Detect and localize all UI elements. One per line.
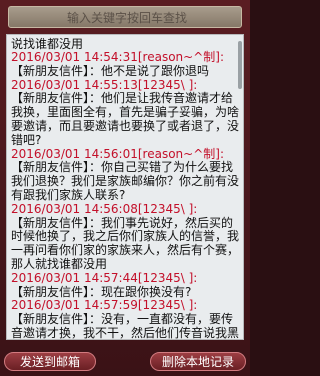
message-text: 【新朋友信件】：你自己买错了为什么要找我们退换？我们是家族邮编你？你之前有没有跟…: [11, 160, 240, 202]
chat-history-panel: 说找谁都没用 2016/03/01 14:54:31[reason~^制]: 【…: [0, 0, 250, 376]
search-bar: [8, 6, 245, 29]
message-timestamp: 2016/03/01 14:56:08[12345\ ]:: [11, 201, 198, 216]
message-text: 【新朋友信件】：他们是让我传音邀请才给我换，里面图全有，首先是骗子妥骗，为啥要邀…: [11, 91, 240, 147]
message-text: 【新朋友信件】：现在跟你换没有?: [11, 284, 192, 299]
message-item: 2016/03/01 14:56:01[reason~^制]: 【新朋友信件】：…: [11, 147, 240, 203]
message-list[interactable]: 说找谁都没用 2016/03/01 14:54:31[reason~^制]: 【…: [6, 34, 244, 340]
message-timestamp: 2016/03/01 14:54:31[reason~^制]:: [11, 50, 224, 64]
message-timestamp: 2016/03/01 14:57:44[12345\ ]:: [11, 270, 198, 285]
delete-local-records-button[interactable]: 删除本地记录: [150, 352, 246, 371]
message-item: 2016/03/01 14:56:08[12345\ ]: 【新朋友信件】：我们…: [11, 201, 240, 272]
message-item: 2016/03/01 14:54:31[reason~^制]: 【新朋友信件】：…: [11, 50, 239, 79]
message-text: 【新朋友信件】：我们事先说好，然后买的时候他换了，我之后你们家族人的信誉，我一再…: [11, 215, 240, 271]
message-text: 【新朋友信件】：没有，一直都没有，要传音邀请才换，我不干，然后他们传音说我黑他们…: [11, 312, 240, 339]
message-text: 说找谁都没用: [11, 37, 84, 51]
search-input[interactable]: [9, 7, 245, 29]
message-item: 2016/03/01 14:57:59[12345\ ]: 【新朋友信件】：没有…: [11, 299, 239, 339]
scrollbar[interactable]: [238, 41, 242, 89]
message-text: 【新朋友信件】：他不是说了跟你退吗: [11, 63, 210, 78]
send-to-mailbox-button[interactable]: 发送到邮箱: [4, 352, 96, 371]
message-item: 2016/03/01 14:57:44[12345\ ]: 【新朋友信件】：现在…: [11, 270, 239, 300]
message-item: 2016/03/01 14:55:13[12345\ ]: 【新朋友信件】：他们…: [11, 78, 240, 148]
message-scroll-area[interactable]: 说找谁都没用 2016/03/01 14:54:31[reason~^制]: 【…: [7, 35, 243, 339]
